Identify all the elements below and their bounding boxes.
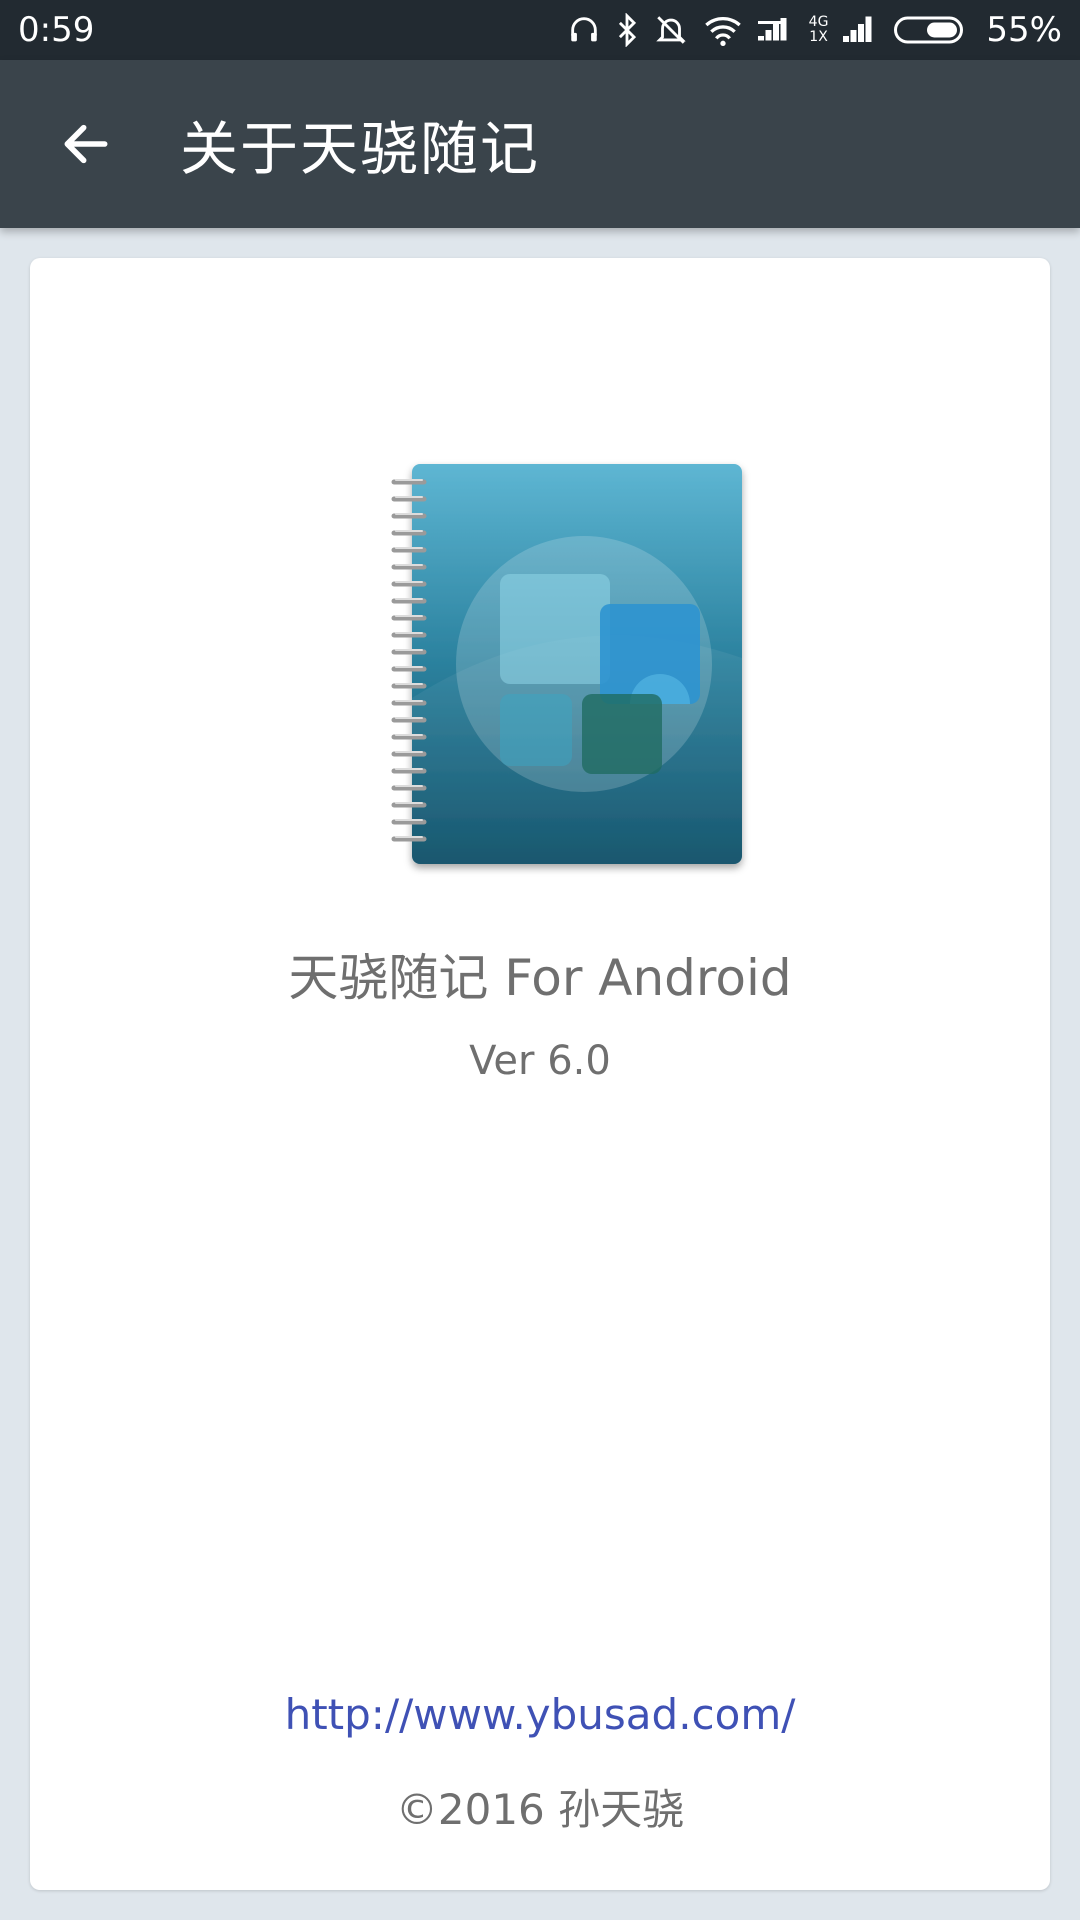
page-title: 关于天骁随记	[180, 115, 541, 183]
wifi-icon	[703, 13, 743, 47]
app-version: Ver 6.0	[469, 1038, 611, 1084]
battery-icon	[894, 15, 966, 45]
app-name: 天骁随记 For Android	[288, 949, 792, 1007]
battery-percent: 55%	[986, 10, 1062, 50]
signal-icon	[757, 15, 795, 45]
copyright-text: ©2016 孙天骁	[395, 1785, 685, 1834]
headphones-icon	[567, 13, 601, 47]
status-icons: 4G 1X 55%	[567, 10, 1062, 50]
website-link[interactable]: http://www.ybusad.com/	[30, 1690, 1050, 1739]
silent-alarm-icon	[653, 13, 689, 47]
network-type-bottom: 1X	[809, 29, 828, 45]
about-card: 天骁随记 For Android Ver 6.0 http://www.ybus…	[30, 258, 1050, 1890]
status-bar: 0:59 4G 1X 55%	[0, 0, 1080, 60]
network-type-top: 4G	[808, 14, 829, 30]
bluetooth-icon	[615, 13, 639, 47]
arrow-left-icon	[64, 124, 108, 164]
app-logo-notebook-icon	[391, 464, 742, 864]
signal-icon	[842, 15, 880, 45]
back-button[interactable]	[36, 94, 136, 194]
status-time: 0:59	[18, 10, 95, 50]
app-bar: 关于天骁随记	[0, 60, 1080, 228]
network-type: 4G 1X	[809, 15, 829, 45]
